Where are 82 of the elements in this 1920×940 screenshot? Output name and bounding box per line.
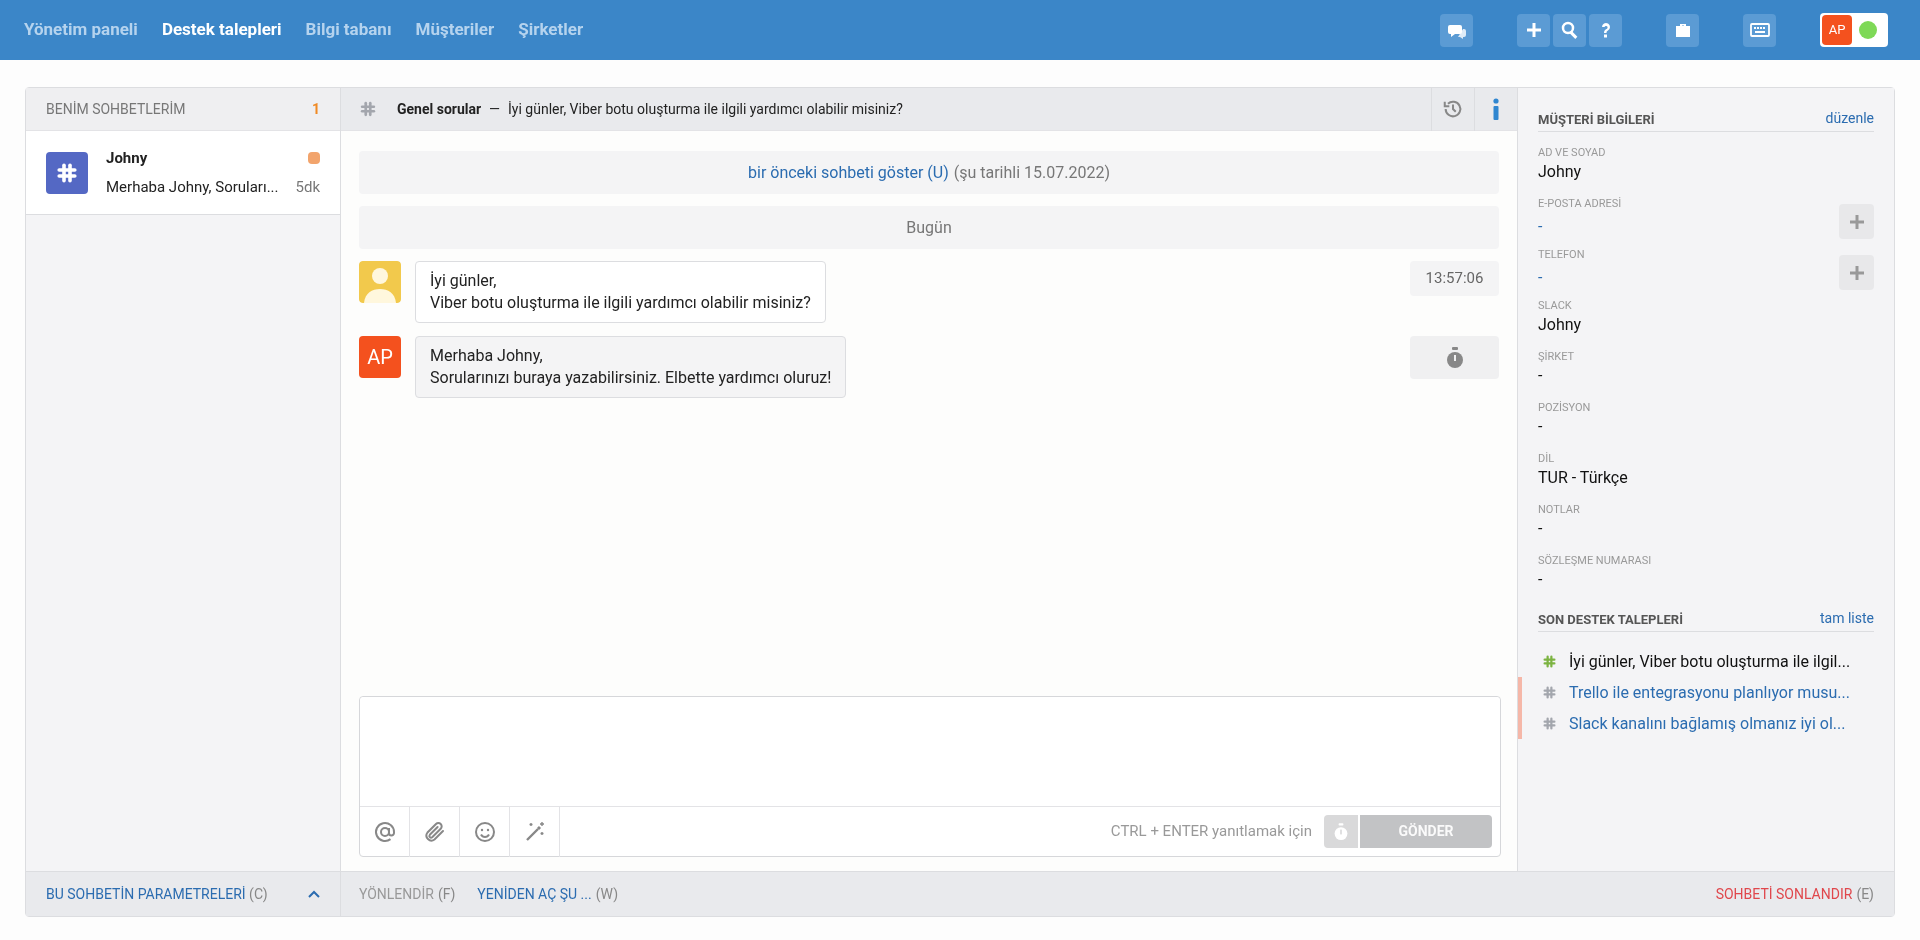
user-avatar: AP [1822,15,1852,45]
conversation-subject: İyi günler, Viber botu oluşturma ile ilgili yardımcı olabilir misiniz? [508,99,903,119]
footer-action[interactable]: YÖNLENDİR (F) [359,883,456,905]
hash-icon [1542,716,1557,731]
field-label: AD VE SOYAD [1538,146,1606,160]
add-button[interactable] [1839,255,1874,290]
agent-avatar: AP [359,336,401,378]
message-time: 13:57:06 [1410,261,1499,296]
stopwatch-icon [1444,346,1465,369]
keyboard-hint: CTRL + ENTER yanıtlamak için [1110,821,1312,843]
recent-ticket[interactable]: Trello ile entegrasyonu planlıyor musu... [1518,677,1894,708]
plus-button[interactable] [1517,13,1550,47]
field-value: - [1538,519,1544,539]
chat-count: 1 [311,99,320,119]
nav-tab[interactable]: Destek talepleri [161,17,282,43]
chevron-up-icon [308,890,320,898]
recent-ticket[interactable]: Slack kanalını bağlamış olmanız iyi ol... [1518,708,1894,739]
nav-tab[interactable]: Şirketler [518,17,584,43]
message-text: İyi günler, Viber botu oluşturma ile ilgili yardımcı olabilir misiniz? [430,270,811,314]
hash-icon [1542,654,1557,669]
chat-list-item[interactable]: Johny Merhaba Johny, Soruları... 5dk [26,131,340,215]
nav-tab[interactable]: Bilgi tabanı [305,17,392,43]
field-value[interactable]: - [1538,217,1622,237]
field-label: SLACK [1538,299,1573,313]
section-link[interactable]: düzenle [1825,108,1874,129]
field-value: - [1538,417,1544,437]
field-label: TELEFON [1538,248,1585,262]
smiley-icon [472,819,497,844]
panel-title: BENİM SOHBETLERİM [46,99,186,119]
field-value: Johny [1538,315,1582,335]
previous-chat-link[interactable]: bir önceki sohbeti göster (U) [748,160,949,185]
field-value: - [1538,570,1544,590]
nav-tab[interactable]: Müşteriler [415,17,495,43]
search-button[interactable] [1553,13,1586,47]
section-title: SON DESTEK TALEPLERİ [1538,610,1683,629]
field-label: DİL [1538,452,1556,466]
paperclip-icon [422,819,447,844]
keyboard-icon [1749,20,1770,40]
nav-tab[interactable]: Yönetim paneli [24,17,138,43]
recent-ticket[interactable]: İyi günler, Viber botu oluşturma ile ilgil... [1518,646,1894,677]
user-status-toggle[interactable]: AP [1820,13,1888,47]
section-title: MÜŞTERİ BİLGİLERİ [1538,110,1655,129]
ticket-title: Trello ile entegrasyonu planlıyor musu... [1569,681,1850,704]
search-icon [1559,20,1580,40]
keyboard-button[interactable] [1743,13,1776,47]
plus-icon [1849,265,1864,280]
timer-button[interactable] [1410,336,1499,379]
ticket-title: İyi günler, Viber botu oluşturma ile ilgil... [1569,650,1851,673]
at-sign-icon [372,819,397,844]
field-value[interactable]: - [1538,268,1585,288]
end-chat-button[interactable]: SOHBETİ SONLANDIR (E) [1715,883,1874,905]
contact-name: Johny [106,148,148,169]
message-text: Merhaba Johny, Sorularınızı buraya yazabilirsiniz. Elbette yardımcı oluruz! [430,345,832,389]
field-label: ŞİRKET [1538,350,1575,364]
message-time: 5dk [295,176,320,198]
title-separator: — [489,99,501,119]
field-value: TUR - Türkçe [1538,468,1628,488]
history-icon [1442,98,1464,120]
hash-icon [1542,685,1557,700]
field-label: NOTLAR [1538,503,1580,517]
field-label: POZİSYON [1538,401,1591,415]
plus-icon [1849,214,1864,229]
previous-chat-date: (şu tarihli 15.07.2022) [953,161,1110,184]
help-button[interactable] [1589,13,1622,47]
section-link[interactable]: tam liste [1820,608,1874,629]
briefcase-button[interactable] [1666,13,1699,47]
chat-button[interactable] [1440,13,1473,47]
chat-parameters-button[interactable]: BU SOHBETİN PARAMETRELERİ (C) [26,872,341,916]
hash-icon [359,100,377,118]
info-icon [1491,98,1501,120]
field-value: Johny [1538,162,1583,182]
field-value: - [1538,366,1544,386]
field-label: SÖZLEŞME NUMARASI [1538,554,1652,568]
field-label: E-POSTA ADRESİ [1538,197,1622,211]
add-button[interactable] [1839,204,1874,239]
user-avatar [359,261,401,303]
message-preview: Merhaba Johny, Soruları... [106,176,279,198]
channel-name: Genel sorular [397,99,482,119]
ticket-title: Slack kanalını bağlamış olmanız iyi ol... [1569,712,1846,735]
unread-marker [308,152,320,165]
footer-action[interactable]: YENİDEN AÇ ŞU ... (W) [477,883,618,905]
stopwatch-icon [1333,822,1349,841]
